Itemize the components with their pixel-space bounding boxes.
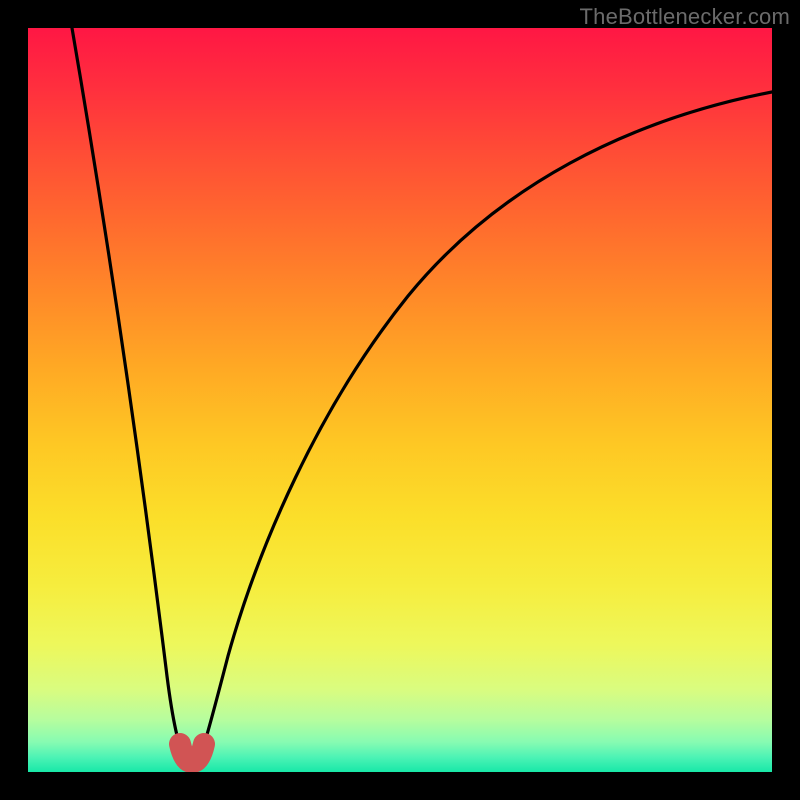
- valley-marker: [180, 744, 204, 762]
- curve-left-branch: [72, 28, 182, 751]
- plot-area: [28, 28, 772, 772]
- curve-right-branch: [202, 92, 772, 751]
- bottleneck-curve: [28, 28, 772, 772]
- watermark-text: TheBottlenecker.com: [580, 4, 790, 30]
